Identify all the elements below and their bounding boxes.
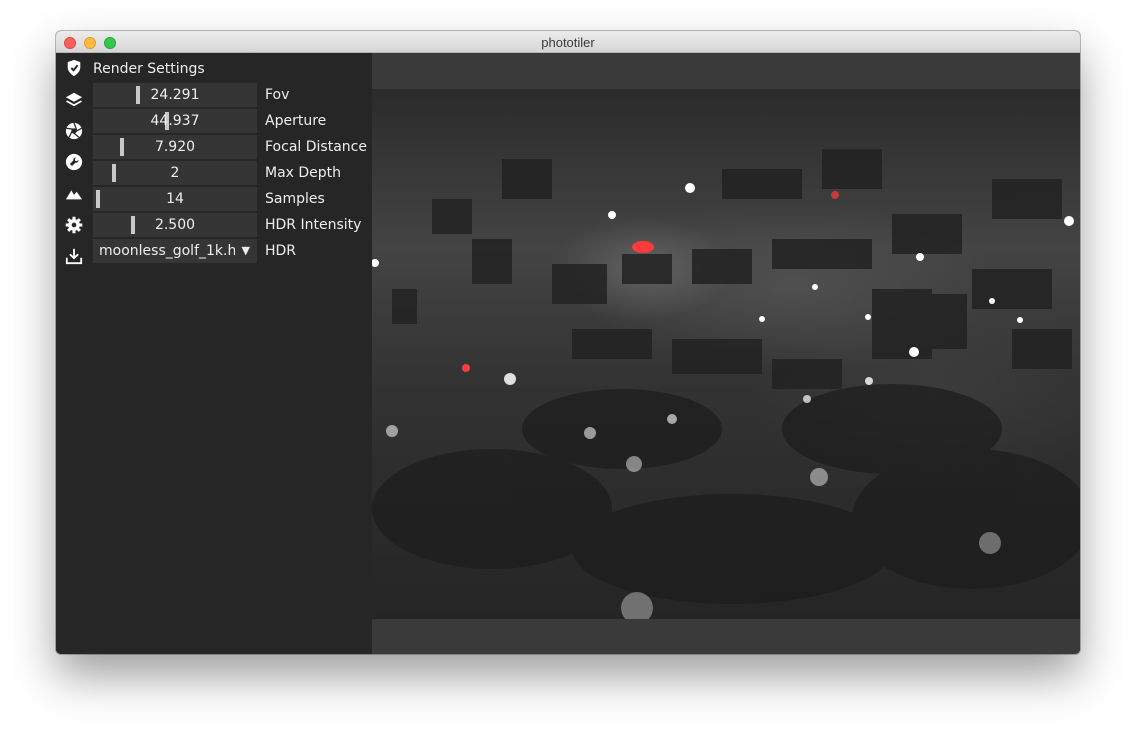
layers-icon[interactable] — [63, 89, 85, 111]
wrench-icon[interactable] — [63, 151, 85, 173]
focal-distance-value: 7.920 — [154, 139, 196, 155]
aperture-slider[interactable]: 44.937 — [93, 109, 257, 133]
samples-slider[interactable]: 14 — [93, 187, 257, 211]
param-row-aperture: 44.937 Aperture — [93, 109, 413, 133]
hdr-intensity-value: 2.500 — [154, 217, 196, 233]
aperture-icon[interactable] — [63, 120, 85, 142]
render-settings-panel: Render Settings 24.291 Fov 44.937 Apertu… — [92, 53, 372, 654]
app-window: phototiler Render Settings 24.291 Fov 44… — [56, 31, 1080, 654]
focal-distance-label: Focal Distance — [265, 139, 367, 155]
max-depth-label: Max Depth — [265, 165, 342, 181]
panel-title: Render Settings — [93, 61, 205, 77]
samples-value: 14 — [166, 191, 184, 207]
param-row-fov: 24.291 Fov — [93, 83, 413, 107]
render-image — [372, 89, 1080, 619]
param-row-max-depth: 2 Max Depth — [93, 161, 413, 185]
caret-down-icon: ▼ — [241, 244, 250, 257]
download-icon[interactable] — [63, 245, 85, 267]
render-viewport[interactable] — [372, 53, 1080, 654]
fov-value: 24.291 — [150, 87, 200, 103]
map-pin-icon[interactable] — [63, 57, 85, 79]
param-row-hdr-intensity: 2.500 HDR Intensity — [93, 213, 413, 237]
mountains-icon[interactable] — [63, 183, 85, 205]
param-row-hdr: moonless_golf_1k.hdr ▼ HDR — [93, 239, 413, 263]
hdr-select-value: moonless_golf_1k.hdr — [99, 243, 235, 259]
max-depth-value: 2 — [170, 165, 180, 181]
samples-label: Samples — [265, 191, 325, 207]
window-title: phototiler — [541, 35, 595, 50]
tool-sidebar — [56, 53, 92, 654]
aperture-value: 44.937 — [150, 113, 200, 129]
param-row-samples: 14 Samples — [93, 187, 413, 211]
hdr-select[interactable]: moonless_golf_1k.hdr ▼ — [93, 239, 257, 263]
focal-distance-slider[interactable]: 7.920 — [93, 135, 257, 159]
max-depth-slider[interactable]: 2 — [93, 161, 257, 185]
gear-icon[interactable] — [63, 214, 85, 236]
city-render-graphic — [372, 149, 1080, 619]
fov-slider[interactable]: 24.291 — [93, 83, 257, 107]
hdr-label: HDR — [265, 243, 297, 259]
param-row-focal-distance: 7.920 Focal Distance — [93, 135, 413, 159]
title-bar: phototiler — [56, 31, 1080, 53]
fov-label: Fov — [265, 87, 290, 103]
aperture-label: Aperture — [265, 113, 327, 129]
hdr-intensity-label: HDR Intensity — [265, 217, 362, 233]
hdr-intensity-slider[interactable]: 2.500 — [93, 213, 257, 237]
